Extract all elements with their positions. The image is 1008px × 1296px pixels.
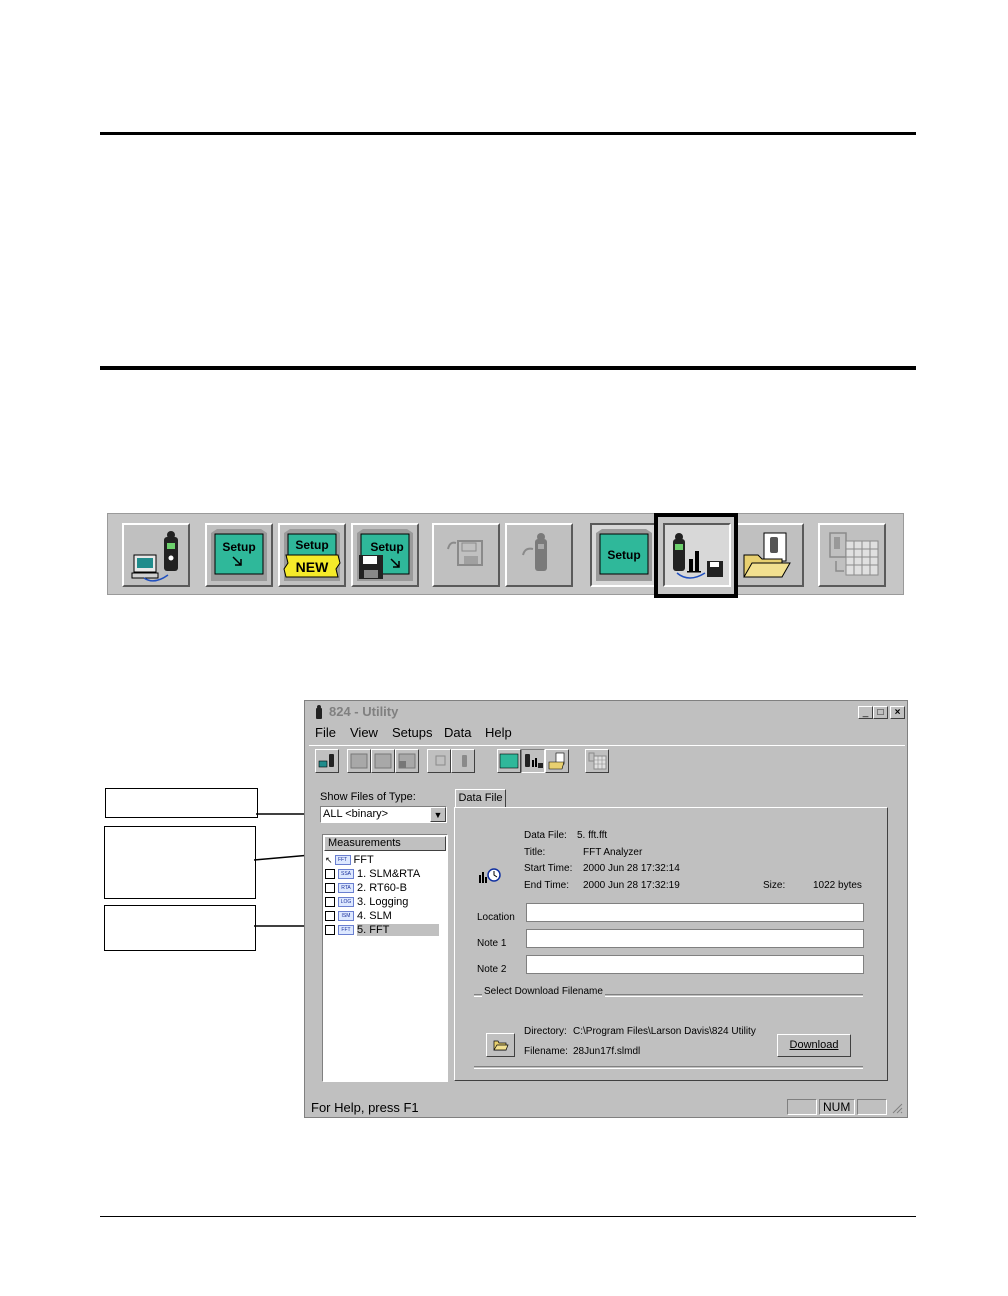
group-bottom-divider [474, 1066, 863, 1069]
clock-chart-icon [479, 868, 501, 883]
fft-tag-icon: FFT [338, 925, 354, 936]
browse-button[interactable] [486, 1033, 515, 1057]
meter-disabled-icon [462, 755, 467, 767]
title-label: Title: [524, 847, 546, 858]
pointer-icon: ↖ [325, 855, 333, 865]
status-cell-blank [787, 1099, 817, 1115]
close-button[interactable]: × [890, 706, 905, 719]
file-type-label: Show Files of Type: [320, 791, 416, 803]
filename-label: Filename: [524, 1046, 568, 1057]
tb-setup-send-button[interactable] [347, 749, 371, 773]
list-item[interactable]: ↖ FFT FFT [325, 853, 374, 867]
size-label: Size: [763, 880, 786, 891]
measurement-icon [325, 925, 335, 936]
end-time-value: 2000 Jun 28 17:32:19 [583, 880, 680, 891]
file-type-select[interactable]: ALL <binary> ▼ [320, 806, 447, 823]
ism-tag-icon: ISM [338, 911, 354, 922]
meter-chart-disk-icon [525, 754, 543, 768]
setup-new-icon [374, 753, 392, 769]
folder-document-icon [548, 752, 565, 770]
measurements-list[interactable]: Measurements ↖ FFT FFT SSA 1. SLM&RTA RTA 2.… [322, 834, 448, 1082]
minimize-button[interactable]: _ [858, 706, 873, 719]
tb-export-button[interactable] [585, 749, 609, 773]
setup-arrow-icon [350, 753, 368, 769]
menu-data[interactable]: Data [444, 725, 471, 740]
maximize-button[interactable]: □ [873, 706, 888, 719]
size-value: 1022 bytes [813, 880, 862, 891]
data-file-panel: Data File: 5. fft.fft Title: FFT Analyze… [454, 807, 888, 1081]
tb-setup-save-button[interactable] [395, 749, 419, 773]
title-value: FFT Analyzer [583, 847, 643, 858]
small-toolbar [309, 745, 905, 778]
filename-value: 28Jun17f.slmdl [573, 1046, 641, 1057]
menu-view[interactable]: View [350, 725, 378, 740]
note2-label: Note 2 [477, 964, 507, 975]
status-num: NUM [819, 1099, 855, 1115]
download-group-label: Select Download Filename [482, 986, 605, 997]
tb-save-button[interactable] [427, 749, 451, 773]
list-item[interactable]: SSA 1. SLM&RTA [325, 867, 420, 881]
location-label: Location [477, 912, 515, 923]
open-folder-icon [493, 1040, 509, 1051]
directory-label: Directory: [524, 1026, 567, 1037]
note2-input[interactable] [526, 955, 864, 974]
list-item[interactable]: LOG 3. Logging [325, 895, 408, 909]
file-type-value: ALL <binary> [323, 808, 389, 820]
chevron-down-icon[interactable]: ▼ [430, 807, 446, 822]
tb-open-file-button[interactable] [545, 749, 569, 773]
setup-screen-icon [499, 753, 519, 769]
list-item[interactable]: RTA 2. RT60-B [325, 881, 407, 895]
end-time-label: End Time: [524, 880, 570, 891]
log-tag-icon: LOG [338, 897, 354, 908]
list-item[interactable]: ISM 4. SLM [325, 909, 392, 923]
tb-connect-button[interactable] [315, 749, 339, 773]
download-button[interactable]: Download [777, 1034, 851, 1057]
tb-download-data-button[interactable] [521, 749, 545, 773]
measurement-icon [325, 869, 335, 880]
computer-meter-icon [318, 754, 334, 768]
note1-input[interactable] [526, 929, 864, 948]
data-file-value: 5. fft.fft [577, 830, 608, 841]
setup-save-icon [398, 753, 416, 769]
fft-tag-icon: FFT [334, 855, 351, 866]
resize-grip-icon[interactable] [891, 1102, 903, 1114]
menu-help[interactable]: Help [485, 725, 512, 740]
measurement-icon [325, 911, 335, 922]
status-cell-blank-2 [857, 1099, 887, 1115]
directory-value: C:\Program Files\Larson Davis\824 Utilit… [573, 1026, 756, 1037]
status-bar: For Help, press F1 NUM [307, 1098, 905, 1116]
save-disabled-icon [435, 755, 446, 766]
measurements-header[interactable]: Measurements [324, 836, 446, 851]
start-time-label: Start Time: [524, 863, 573, 874]
menu-setups[interactable]: Setups [392, 725, 432, 740]
ssa-tag-icon: SSA [338, 869, 354, 880]
tb-meter-button[interactable] [451, 749, 475, 773]
measurement-icon [325, 883, 335, 894]
app-window: 824 - Utility _ □ × File View Setups Dat… [304, 700, 908, 1118]
tab-data-file[interactable]: Data File [455, 789, 506, 808]
list-item-selected[interactable]: FFT 5. FFT [325, 923, 440, 937]
note1-label: Note 1 [477, 938, 507, 949]
start-time-value: 2000 Jun 28 17:32:14 [583, 863, 680, 874]
window-title: 824 - Utility [329, 704, 399, 719]
status-text: For Help, press F1 [311, 1100, 419, 1115]
data-file-label: Data File: [524, 830, 567, 841]
location-input[interactable] [526, 903, 864, 922]
tb-setup-screen-button[interactable] [497, 749, 521, 773]
menu-file[interactable]: File [315, 725, 336, 740]
spreadsheet-disabled-icon [588, 752, 607, 770]
rta-tag-icon: RTA [338, 883, 354, 894]
app-meter-icon [316, 705, 322, 719]
title-bar[interactable]: 824 - Utility _ □ × [307, 703, 905, 721]
tb-setup-new-button[interactable] [371, 749, 395, 773]
measurement-icon [325, 897, 335, 908]
